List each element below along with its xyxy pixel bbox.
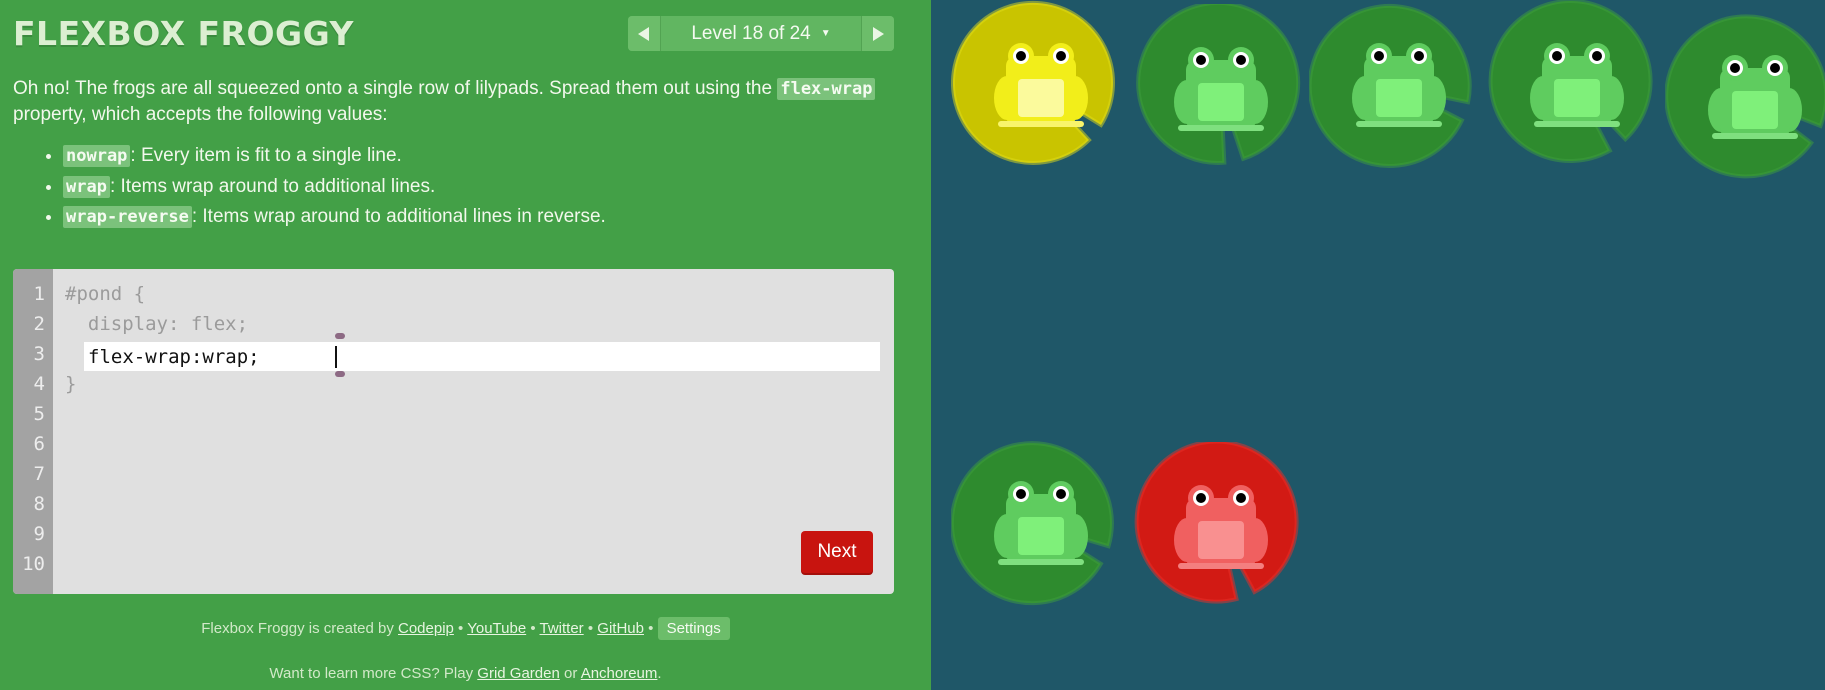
value-description: : Every item is fit to a single line. [130,145,402,166]
list-item: nowrap: Every item is fit to a single li… [63,141,893,172]
more-css-promo: Want to learn more CSS? Play Grid Garden… [0,665,931,682]
lilypad-with-frog [951,0,1115,165]
line-number: 9 [33,523,45,545]
code-line-selector: #pond { [65,283,146,305]
pond [931,0,1825,690]
line-number: 6 [33,433,45,455]
lilypad-with-frog [1136,4,1301,165]
line-number-gutter: 1 2 3 4 5 6 7 8 9 10 [13,269,53,594]
keyword-nowrap: nowrap [63,145,131,167]
pond-cell [1309,0,1489,180]
pond-cell [1131,4,1311,184]
pond-cell [951,0,1131,180]
level-dropdown[interactable]: Level 18 of 24 ▼ [661,16,861,51]
lilypad-with-frog [1134,442,1299,604]
line-number: 2 [33,313,45,335]
line-number: 5 [33,403,45,425]
instructions-intro: Oh no! The frogs are all squeezed onto a… [13,76,893,127]
github-link[interactable]: GitHub [597,620,644,637]
selection-handle-top[interactable] [335,333,345,339]
pond-cell [1665,12,1825,192]
code-line-close-brace: } [65,373,77,395]
intro-text-end: property, which accepts the following va… [13,104,388,125]
next-level-button[interactable] [861,16,894,51]
promo-prefix: Want to learn more CSS? Play [269,665,478,682]
code-editor: 1 2 3 4 5 6 7 8 9 10 #pond { display: fl… [13,269,894,594]
line-number: 4 [33,373,45,395]
level-navigation: Level 18 of 24 ▼ [628,16,894,51]
keyword-wrap-reverse: wrap-reverse [63,206,192,228]
lilypad-with-frog [951,441,1114,606]
keyword-flex-wrap: flex-wrap [777,78,876,100]
promo-middle: or [559,665,581,682]
caret-down-icon: ▼ [820,28,831,39]
triangle-left-icon [638,26,649,41]
separator: • [643,620,658,637]
anchoreum-link[interactable]: Anchoreum [581,665,658,682]
line-number: 10 [22,553,45,575]
credits-prefix: Flexbox Froggy is created by [201,620,398,637]
pond-cell [1487,0,1667,180]
intro-text: Oh no! The frogs are all squeezed onto a… [13,78,778,99]
lilypad-with-frog [1665,14,1825,179]
pond-cell [1131,442,1311,622]
css-input[interactable] [84,342,878,371]
separator: • [583,620,598,637]
instructions: Oh no! The frogs are all squeezed onto a… [13,76,893,233]
separator: • [526,620,540,637]
level-label: Level 18 of 24 [691,22,811,44]
pond-cell [951,438,1131,618]
separator: • [453,620,468,637]
youtube-link[interactable]: YouTube [467,620,526,637]
twitter-link[interactable]: Twitter [540,620,584,637]
selection-handle-bottom[interactable] [335,371,345,377]
value-description: : Items wrap around to additional lines. [109,175,436,197]
value-description: : Items wrap around to additional lines … [191,206,606,227]
lilypad-with-frog [1309,3,1472,168]
list-item: wrap-reverse: Items wrap around to addit… [63,202,893,233]
lilypad-with-frog [1488,0,1653,163]
grid-garden-link[interactable]: Grid Garden [477,665,560,682]
line-number: 7 [33,463,45,485]
credits: Flexbox Froggy is created by Codepip • Y… [0,617,931,640]
next-button[interactable]: Next [801,531,873,573]
code-line-display: display: flex; [65,313,249,335]
codepip-link[interactable]: Codepip [398,620,454,637]
text-cursor [335,346,337,368]
app-title: FLEXBOX FROGGY [13,14,354,53]
line-number: 8 [33,493,45,515]
line-number: 1 [33,283,45,305]
promo-suffix: . [657,665,662,682]
keyword-wrap: wrap [63,175,110,198]
settings-button[interactable]: Settings [657,617,730,640]
css-input-area[interactable] [84,333,880,377]
values-list: nowrap: Every item is fit to a single li… [13,141,893,233]
line-number: 3 [33,343,45,365]
list-item: wrap: Items wrap around to additional li… [63,172,893,203]
previous-level-button[interactable] [628,16,661,51]
sidebar: FLEXBOX FROGGY Level 18 of 24 ▼ Oh no! T… [0,0,931,690]
triangle-right-icon [873,26,884,41]
